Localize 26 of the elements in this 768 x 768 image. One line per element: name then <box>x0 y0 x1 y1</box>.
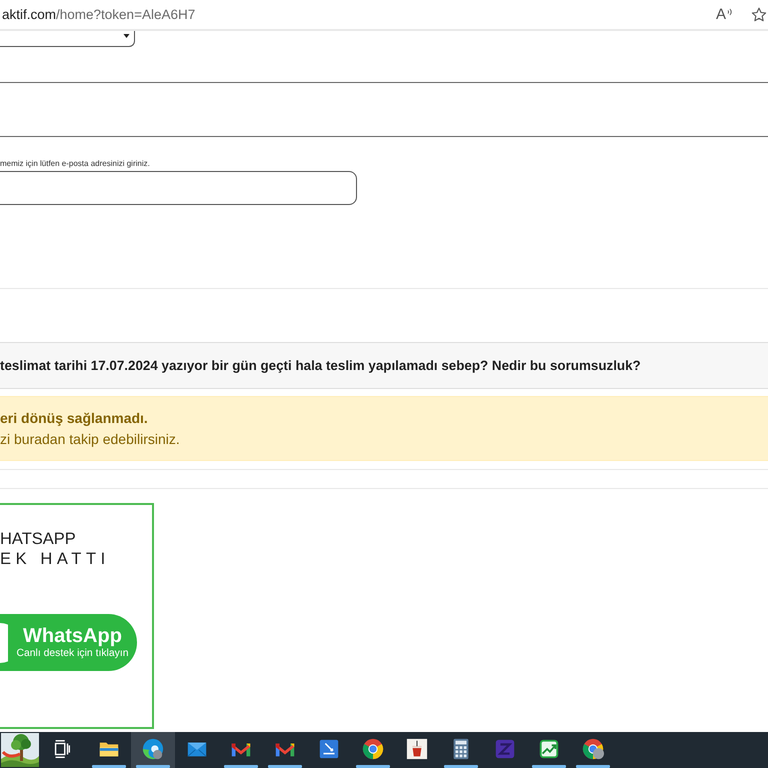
alert-title: eri dönüş sağlanmadı. <box>0 409 148 428</box>
read-aloud-button[interactable]: A <box>716 6 733 23</box>
address-bar[interactable]: aktif.com/home?token=AleA6H7 A <box>0 0 768 31</box>
sound-waves-icon <box>727 7 733 17</box>
ring-logo-icon <box>362 738 384 760</box>
cup-icon <box>406 738 428 760</box>
zigzag-icon <box>494 738 516 760</box>
landscape-icon <box>0 733 38 767</box>
star-icon[interactable] <box>751 6 767 22</box>
message-text: teslimat tarihi 17.07.2024 yazıyor bir gün geçti hala teslim yapılamadı sebep? Nedir bu sorumsuzluk? <box>0 358 641 373</box>
browser-swirl-icon <box>142 738 164 760</box>
caret-icon <box>123 34 130 38</box>
url-path: /home?token=AleA6H7 <box>56 7 196 22</box>
textarea-field[interactable] <box>0 82 768 137</box>
select-field[interactable] <box>0 31 135 47</box>
chart-up-icon <box>538 738 560 760</box>
document-pen-icon <box>318 738 340 760</box>
alert-text: zi buradan takip edebilirsiniz. <box>0 430 180 449</box>
email-hint-text: memiz için lütfen e-posta adresinizi giriniz. <box>0 159 150 169</box>
card-heading: EK HATTI <box>0 549 110 569</box>
ring-logo-avatar-icon <box>582 738 604 760</box>
taskbar-button[interactable] <box>131 732 175 768</box>
taskbar-button[interactable] <box>0 732 39 768</box>
card-heading: HATSAPP <box>0 529 76 549</box>
url-host: aktif.com <box>2 7 56 22</box>
email-input-field[interactable] <box>0 171 357 205</box>
